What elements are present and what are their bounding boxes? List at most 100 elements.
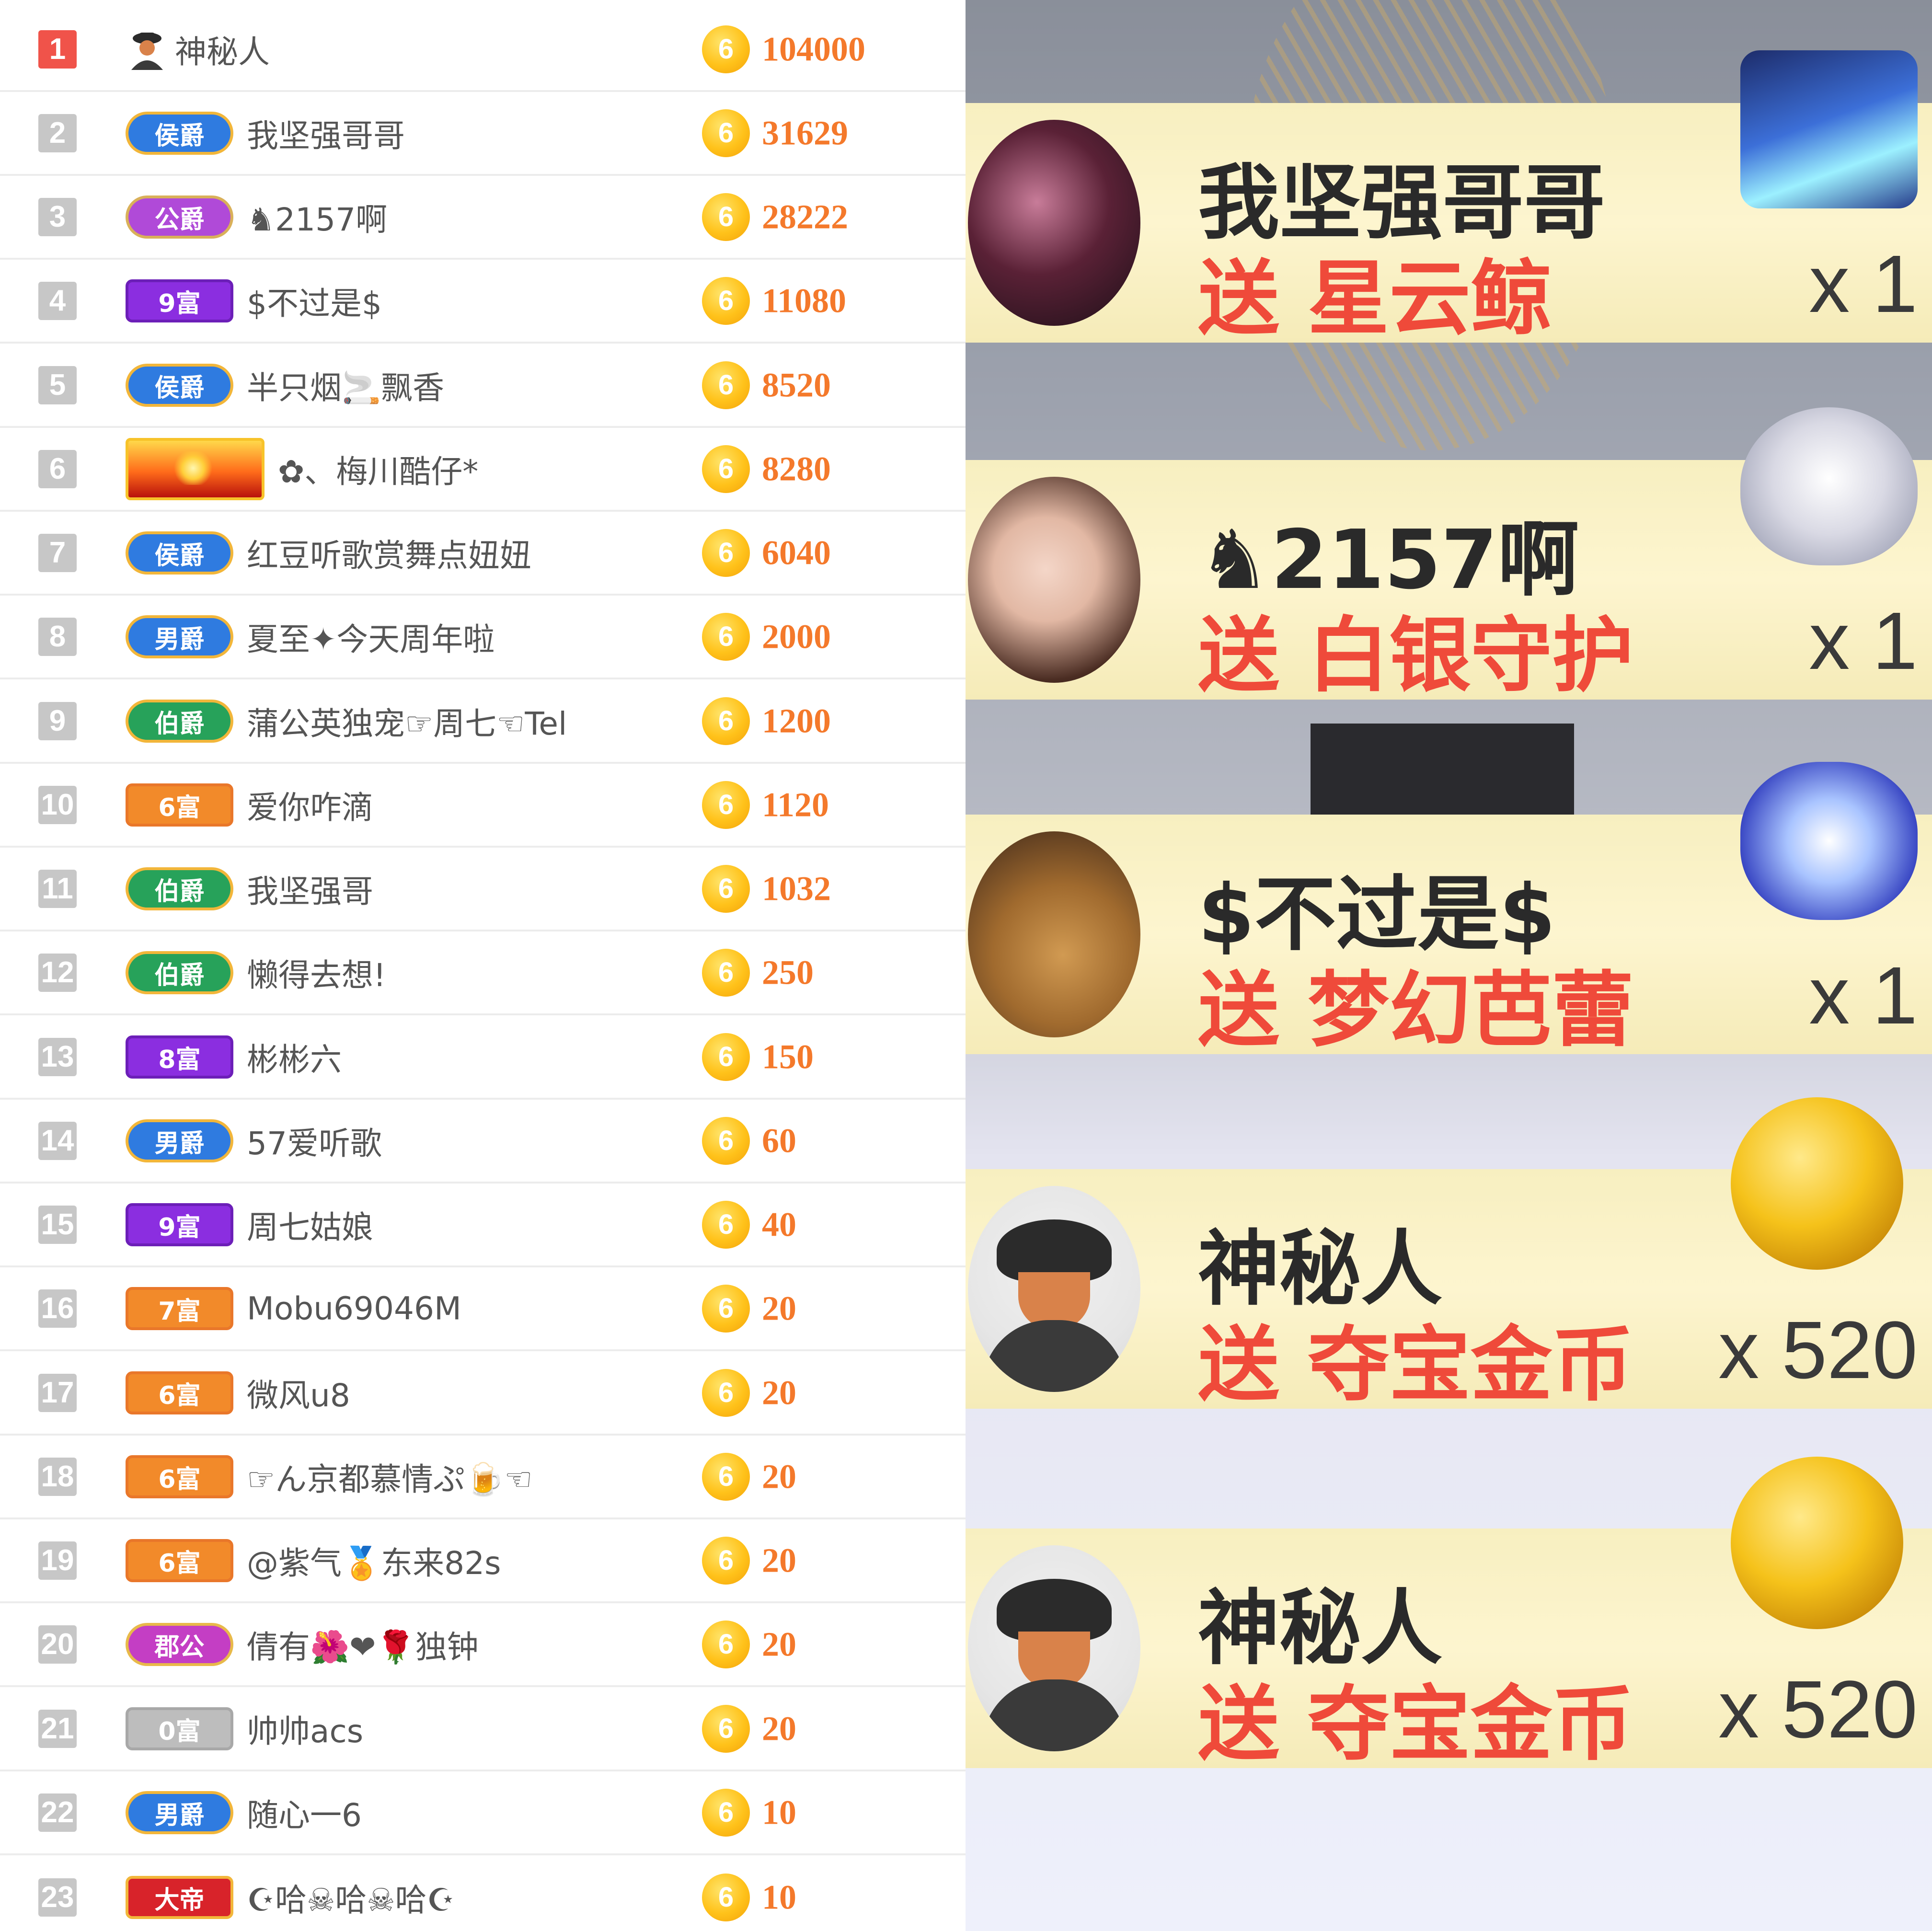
coin-icon: 6	[702, 1620, 750, 1668]
contribution-amount: 6040	[762, 533, 831, 572]
user-name: 随心一6	[247, 1796, 362, 1834]
ranking-row[interactable]: 15 9富 周七姑娘 6 40	[0, 1184, 966, 1268]
rank-badge: 6富	[126, 1371, 233, 1414]
ranking-row[interactable]: 20 郡公 倩有🌺❤🌹独钟 6 20	[0, 1603, 966, 1688]
user-name: ♞2157啊	[247, 201, 388, 238]
coin-icon: 6	[702, 948, 750, 997]
ranking-row[interactable]: 14 男爵 57爱听歌 6 60	[0, 1100, 966, 1184]
rank-badge: 侯爵	[126, 111, 233, 155]
avatar[interactable]	[968, 477, 1140, 683]
gold-coin-icon	[1731, 1097, 1903, 1270]
user-name: 爱你咋滴	[247, 789, 373, 826]
gold-coin-icon	[1731, 1457, 1903, 1629]
coin-icon: 6	[702, 1452, 750, 1501]
ranking-row[interactable]: 3 公爵 ♞2157啊 6 28222	[0, 176, 966, 260]
rank-number: 14	[38, 1121, 77, 1160]
rank-number: 1	[38, 30, 77, 69]
contribution-amount: 8520	[762, 366, 831, 404]
gift-name: 送 星云鲸	[1198, 252, 1552, 346]
ranking-row[interactable]: 6 ✿、梅川酷仔* 6 8280	[0, 428, 966, 512]
ranking-row[interactable]: 16 7富 Mobu69046M 6 20	[0, 1267, 966, 1352]
ranking-row[interactable]: 9 伯爵 蒲公英独宠☞周七☜Tel 6 1200	[0, 680, 966, 764]
contribution-amount: 1120	[762, 785, 829, 824]
gift-count: x 520	[1718, 1664, 1918, 1755]
contribution-amount: 1200	[762, 701, 831, 740]
ranking-row[interactable]: 11 伯爵 我坚强哥 6 1032	[0, 848, 966, 932]
rank-badge: 侯爵	[126, 531, 233, 575]
rank-badge: 侯爵	[126, 363, 233, 407]
contribution-amount: 20	[762, 1457, 796, 1496]
gift-count: x 520	[1718, 1305, 1918, 1396]
ranking-row[interactable]: 5 侯爵 半只烟🚬飘香 6 8520	[0, 344, 966, 428]
coin-icon: 6	[702, 445, 750, 493]
coin-icon: 6	[702, 193, 750, 241]
contribution-amount: 20	[762, 1541, 796, 1580]
contribution-amount: 2000	[762, 617, 831, 656]
rank-number: 15	[38, 1205, 77, 1244]
gift-name: 送 梦幻芭蕾	[1198, 963, 1634, 1058]
user-name: 我坚强哥哥	[247, 117, 405, 154]
coin-icon: 6	[702, 697, 750, 745]
contribution-amount: 10	[762, 1878, 796, 1917]
rank-badge: 公爵	[126, 195, 233, 239]
rank-number: 5	[38, 366, 77, 404]
rank-badge: 7富	[126, 1287, 233, 1330]
user-name: 懒得去想!	[247, 956, 386, 994]
rank-badge: 伯爵	[126, 951, 233, 994]
ranking-row[interactable]: 7 侯爵 红豆听歌赏舞点妞妞 6 6040	[0, 512, 966, 596]
mystery-avatar[interactable]	[968, 1545, 1140, 1751]
rank-number: 7	[38, 533, 77, 572]
ranking-row[interactable]: 22 男爵 随心一6 6 10	[0, 1771, 966, 1856]
coin-icon: 6	[702, 1284, 750, 1333]
contribution-amount: 20	[762, 1709, 796, 1748]
rank-number: 22	[38, 1793, 77, 1832]
ranking-row[interactable]: 2 侯爵 我坚强哥哥 6 31629	[0, 92, 966, 176]
rank-number: 10	[38, 785, 77, 824]
mystery-user-icon	[131, 32, 163, 70]
user-name: @紫气🏅东来82s	[247, 1544, 501, 1582]
ranking-row[interactable]: 12 伯爵 懒得去想! 6 250	[0, 931, 966, 1016]
rank-badge: 9富	[126, 1203, 233, 1246]
user-name: 我坚强哥	[247, 873, 373, 910]
user-name: 倩有🌺❤🌹独钟	[247, 1628, 479, 1666]
coin-icon: 6	[702, 1788, 750, 1837]
coin-icon: 6	[702, 25, 750, 73]
ranking-row[interactable]: 1 神秘人 6 104000	[0, 8, 966, 92]
ranking-row[interactable]: 18 6富 ☞ん京都慕情ぷ🍺☜ 6 20	[0, 1436, 966, 1520]
ranking-row[interactable]: 8 男爵 夏至✦今天周年啦 6 2000	[0, 596, 966, 680]
coin-icon: 6	[702, 109, 750, 157]
user-name: 彬彬六	[247, 1041, 342, 1078]
coin-icon: 6	[702, 1033, 750, 1081]
ranking-row[interactable]: 19 6富 @紫气🏅东来82s 6 20	[0, 1519, 966, 1604]
ranking-row[interactable]: 13 8富 彬彬六 6 150	[0, 1016, 966, 1100]
avatar[interactable]	[968, 120, 1140, 326]
gift-name: 送 夺宝金币	[1198, 1318, 1634, 1413]
mystery-avatar[interactable]	[968, 1186, 1140, 1392]
ranking-list: 1 神秘人 6 104000 2 侯爵 我坚强哥哥 6 31629 3 公爵 ♞…	[0, 0, 966, 1931]
user-name: 红豆听歌赏舞点妞妞	[247, 537, 531, 574]
contribution-amount: 60	[762, 1121, 796, 1160]
rank-number: 8	[38, 617, 77, 656]
coin-icon: 6	[702, 1536, 750, 1585]
ranking-row[interactable]: 17 6富 微风u8 6 20	[0, 1352, 966, 1436]
rank-number: 18	[38, 1457, 77, 1496]
rank-number: 11	[38, 869, 77, 908]
gift-message: 神秘人 送 夺宝金币 x 520	[966, 1457, 1932, 1772]
ranking-row[interactable]: 23 大帝 ☪哈☠哈☠哈☪ 6 10	[0, 1855, 966, 1931]
user-name: ✿、梅川酷仔*	[278, 453, 479, 490]
contribution-amount: 20	[762, 1373, 796, 1412]
rank-number: 19	[38, 1541, 77, 1580]
user-name: 周七姑娘	[247, 1208, 373, 1246]
ranking-row[interactable]: 10 6富 爱你咋滴 6 1120	[0, 764, 966, 848]
user-name: ☞ん京都慕情ぷ🍺☜	[247, 1460, 533, 1498]
ranking-row[interactable]: 21 0富 帅帅acs 6 20	[0, 1688, 966, 1772]
rank-number: 6	[38, 449, 77, 488]
avatar[interactable]	[968, 831, 1140, 1037]
user-name: 微风u8	[247, 1377, 350, 1414]
rank-badge: 男爵	[126, 1119, 233, 1162]
coin-icon: 6	[702, 529, 750, 577]
ranking-row[interactable]: 4 9富 $不过是$ 6 11080	[0, 260, 966, 344]
rank-number: 13	[38, 1037, 77, 1076]
rank-badge: 郡公	[126, 1622, 233, 1666]
rank-number: 21	[38, 1709, 77, 1748]
